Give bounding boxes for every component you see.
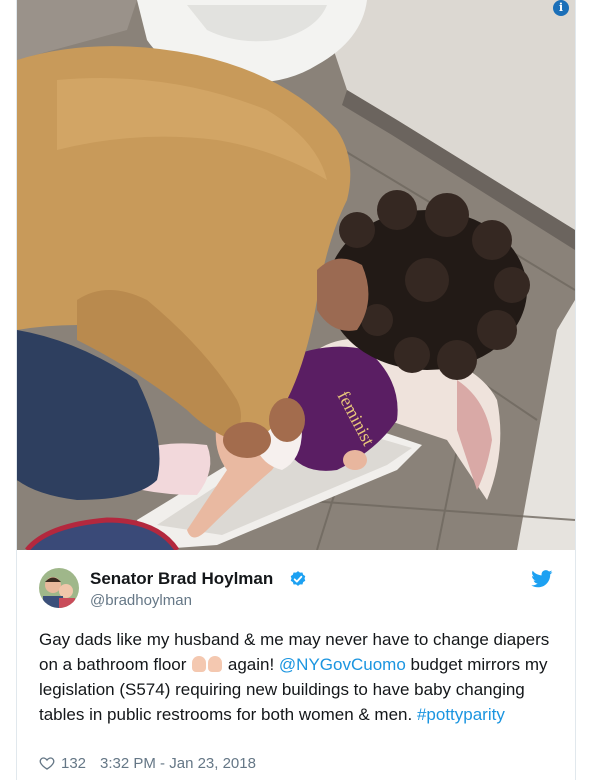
tweet-footer: 132 3:32 PM - Jan 23, 2018 [39,755,256,772]
info-icon[interactable]: i [553,0,569,16]
hashtag-link[interactable]: #pottyparity [417,705,505,724]
timestamp[interactable]: 3:32 PM - Jan 23, 2018 [100,755,256,772]
heart-icon [39,757,55,770]
like-button[interactable]: 132 [39,755,100,772]
backhand-index-pointing-down-icon [191,652,223,677]
twitter-bird-icon[interactable] [531,570,553,588]
tweet-text-part2: again! [223,655,279,674]
mention-link[interactable]: @NYGovCuomo [279,655,406,674]
hand-emoji-1 [192,656,207,672]
avatar[interactable] [39,568,79,608]
author-handle[interactable]: @bradhoylman [90,592,192,609]
hand-emoji-2 [208,656,223,672]
like-count: 132 [61,755,87,772]
author-name[interactable]: Senator Brad Hoylman [90,569,273,589]
tweet-photo[interactable]: feminist i [17,0,575,550]
tweet-card: feminist i Senator Brad Hoylman @bradhoy… [16,0,576,780]
tweet-text: Gay dads like my husband & me may never … [39,627,559,727]
avatar-image [39,568,79,608]
tweet-body: Senator Brad Hoylman @bradhoylman Gay da… [17,550,575,780]
verified-badge-icon [290,571,306,586]
photo-illustration: feminist [17,0,575,550]
